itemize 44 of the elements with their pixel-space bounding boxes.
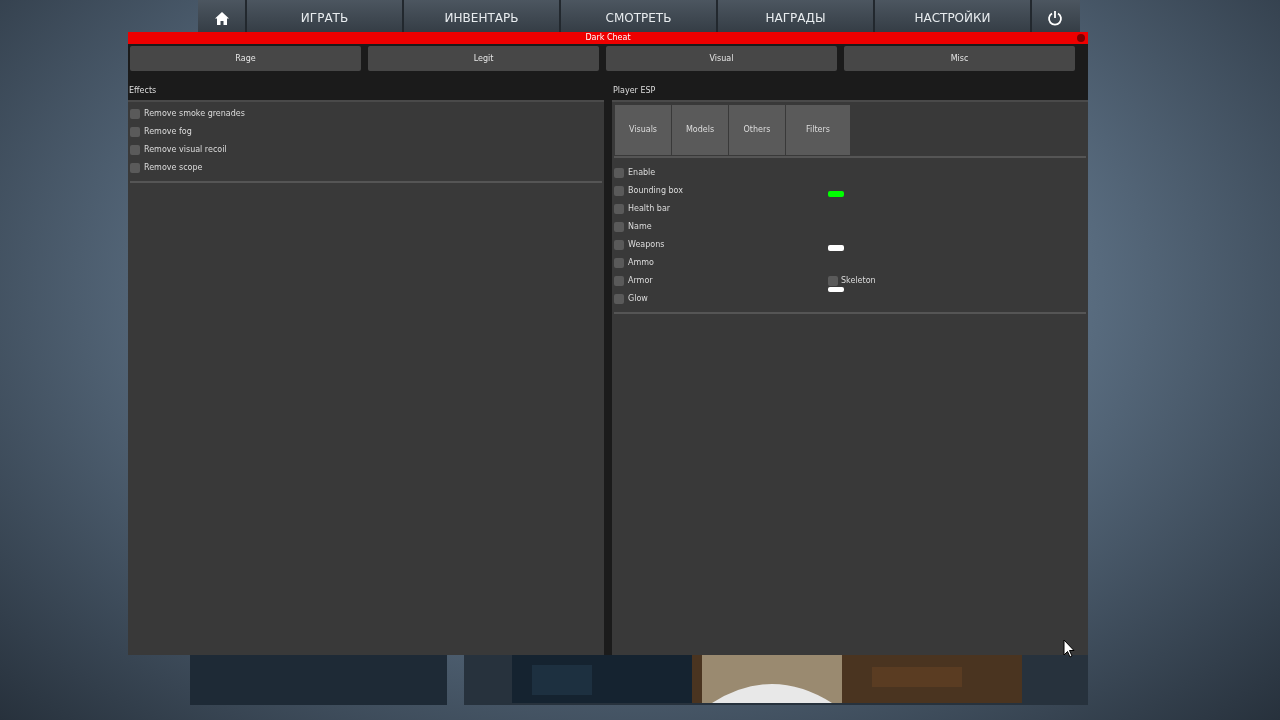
checkbox[interactable]: [614, 168, 624, 178]
option-label: Remove fog: [144, 126, 192, 138]
checkbox[interactable]: [130, 163, 140, 173]
option-label: Ammo: [628, 257, 654, 269]
option-label: Name: [628, 221, 652, 233]
checkbox[interactable]: [614, 186, 624, 196]
checkbox[interactable]: [614, 222, 624, 232]
tab[interactable]: Misc: [844, 46, 1075, 71]
option-label: Weapons: [628, 239, 665, 251]
tab[interactable]: Legit: [368, 46, 599, 71]
tab[interactable]: Visuals: [615, 105, 671, 155]
power-icon: [1046, 10, 1063, 26]
option-label: Health bar: [628, 203, 671, 215]
tab[interactable]: Visual: [606, 46, 837, 71]
tab[interactable]: Rage: [130, 46, 361, 71]
section-title: Effects: [129, 86, 157, 95]
color-swatch[interactable]: [828, 191, 844, 197]
close-icon[interactable]: [1077, 34, 1085, 42]
checkbox[interactable]: [130, 127, 140, 137]
option-label: Enable: [628, 167, 656, 179]
section-title: Player ESP: [613, 86, 656, 95]
checkbox[interactable]: [828, 276, 838, 286]
option-label: Remove scope: [144, 162, 203, 174]
tab[interactable]: Models: [672, 105, 728, 155]
checkbox[interactable]: [614, 258, 624, 268]
option-label: Armor: [628, 275, 653, 287]
option-label: Glow: [628, 293, 648, 305]
window-title: Dark Cheat: [585, 33, 631, 42]
option-label: Bounding box: [628, 185, 683, 197]
option-label: Skeleton: [841, 275, 876, 287]
tab[interactable]: Others: [729, 105, 785, 155]
option-label: Remove smoke grenades: [144, 108, 245, 120]
color-swatch[interactable]: [828, 287, 844, 292]
checkbox[interactable]: [614, 276, 624, 286]
tab[interactable]: Filters: [786, 105, 850, 155]
option-label: Remove visual recoil: [144, 144, 227, 156]
checkbox[interactable]: [614, 294, 624, 304]
checkbox[interactable]: [614, 240, 624, 250]
home-icon: [214, 11, 229, 25]
checkbox[interactable]: [130, 145, 140, 155]
color-swatch[interactable]: [828, 245, 844, 251]
checkbox[interactable]: [130, 109, 140, 119]
checkbox[interactable]: [614, 204, 624, 214]
cursor-icon: [1063, 639, 1075, 658]
